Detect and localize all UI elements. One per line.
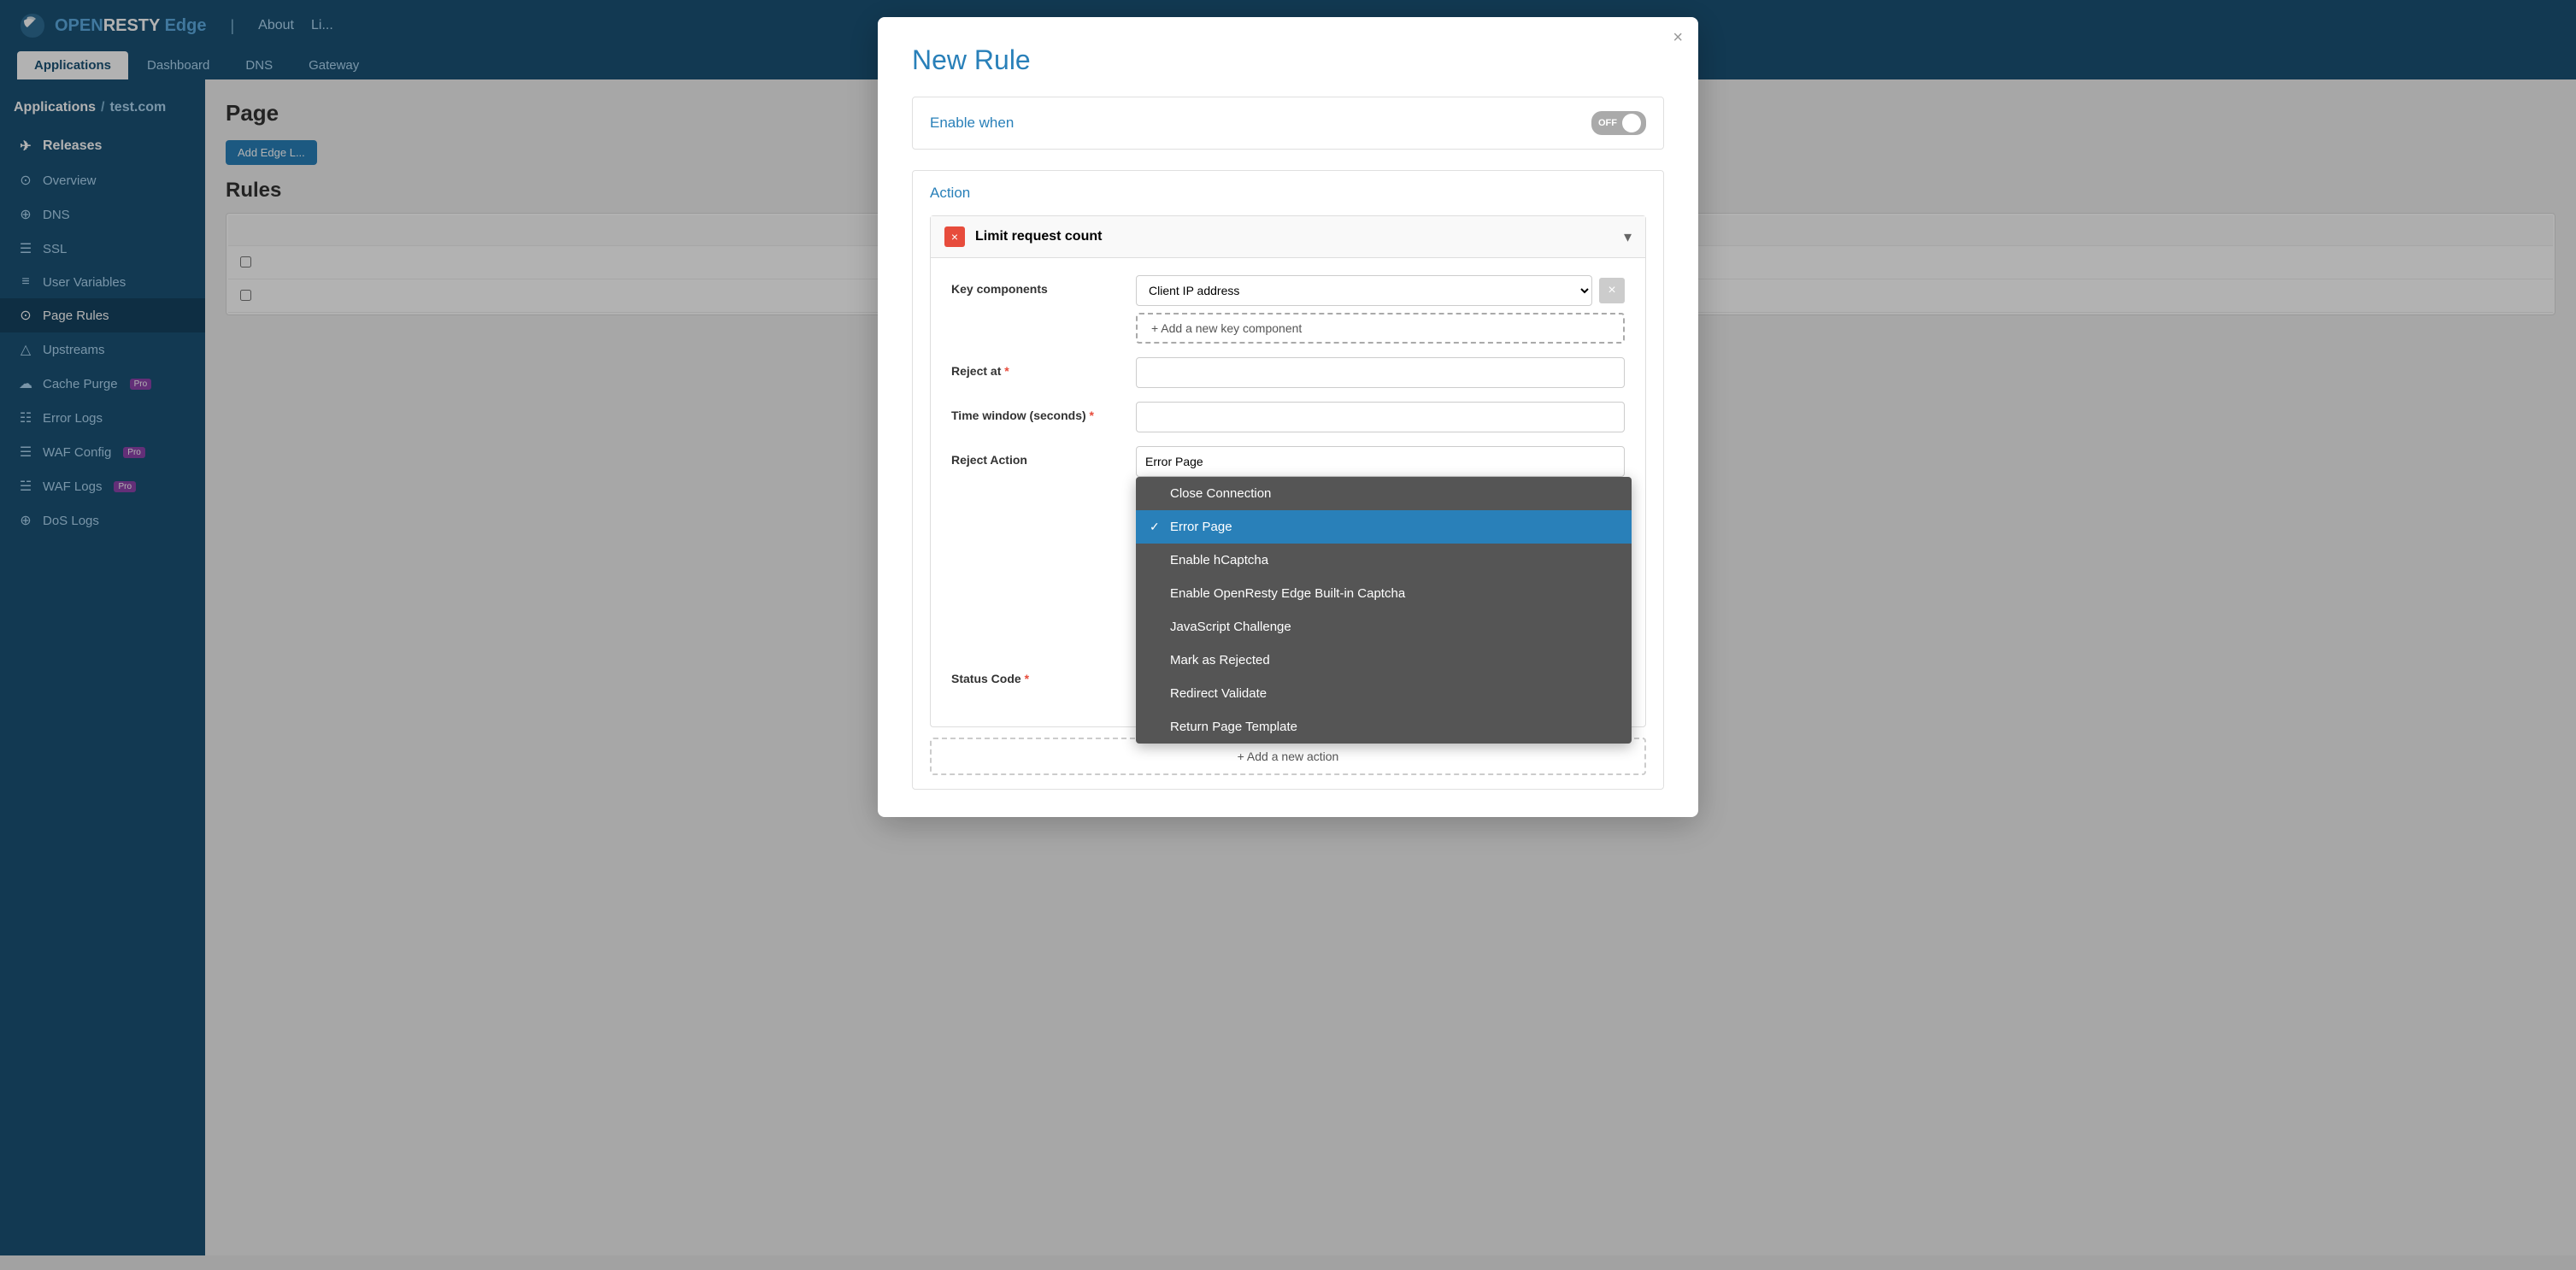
dropdown-item-mark-as-rejected[interactable]: Mark as Rejected [1136,644,1632,677]
enable-when-section: Enable when OFF [912,97,1664,150]
reject-action-row: Reject Action Close Connection ✓ [951,446,1625,477]
time-window-label: Time window (seconds) * [951,402,1122,422]
rule-expand-button[interactable]: ▾ [1624,228,1632,246]
reject-at-label: Reject at * [951,357,1122,378]
modal-title: New Rule [912,44,1664,76]
rule-remove-button[interactable]: × [944,226,965,247]
status-code-label: Status Code * [951,665,1122,685]
modal-overlay: × New Rule Enable when OFF Action × Limi… [0,0,2576,1270]
modal-close-button[interactable]: × [1673,29,1683,46]
dropdown-item-error-page[interactable]: ✓ Error Page [1136,510,1632,544]
toggle-knob [1622,114,1641,132]
add-key-component-button[interactable]: + Add a new key component [1136,313,1625,344]
time-window-row: Time window (seconds) * [951,402,1625,432]
dropdown-item-enable-hcaptcha[interactable]: Enable hCaptcha [1136,544,1632,577]
key-component-row: Client IP address × [1136,275,1625,306]
reject-action-dropdown: Close Connection ✓ Error Page Enable hCa… [1136,477,1632,744]
rule-body: Key components Client IP address × + Add… [931,258,1645,726]
enable-when-toggle[interactable]: OFF [1591,111,1646,135]
reject-at-input[interactable] [1136,357,1625,388]
action-section: Action × Limit request count ▾ Key compo… [912,170,1664,790]
add-action-button[interactable]: + Add a new action [1238,750,1339,763]
key-component-remove-button[interactable]: × [1599,278,1625,303]
dropdown-item-return-page-template[interactable]: Return Page Template [1136,710,1632,744]
dropdown-item-enable-openresty-captcha[interactable]: Enable OpenResty Edge Built-in Captcha [1136,577,1632,610]
time-window-input[interactable] [1136,402,1625,432]
key-components-controls: Client IP address × + Add a new key comp… [1136,275,1625,344]
rule-header: × Limit request count ▾ [931,216,1645,258]
dropdown-item-redirect-validate[interactable]: Redirect Validate [1136,677,1632,710]
key-components-label: Key components [951,275,1122,296]
key-components-row: Key components Client IP address × + Add… [951,275,1625,344]
reject-action-input[interactable] [1136,446,1625,477]
new-rule-modal: × New Rule Enable when OFF Action × Limi… [878,17,1698,817]
reject-at-row: Reject at * [951,357,1625,388]
toggle-off-label: OFF [1597,118,1619,128]
rule-box: × Limit request count ▾ Key components C… [930,215,1646,727]
action-label: Action [930,185,1646,202]
reject-at-controls [1136,357,1625,388]
reject-action-controls: Close Connection ✓ Error Page Enable hCa… [1136,446,1625,477]
reject-action-label: Reject Action [951,446,1122,467]
time-window-controls [1136,402,1625,432]
dropdown-item-close-connection[interactable]: Close Connection [1136,477,1632,510]
key-component-select[interactable]: Client IP address [1136,275,1592,306]
dropdown-item-javascript-challenge[interactable]: JavaScript Challenge [1136,610,1632,644]
enable-when-label: Enable when [930,115,1014,132]
rule-title: Limit request count [975,229,1614,244]
